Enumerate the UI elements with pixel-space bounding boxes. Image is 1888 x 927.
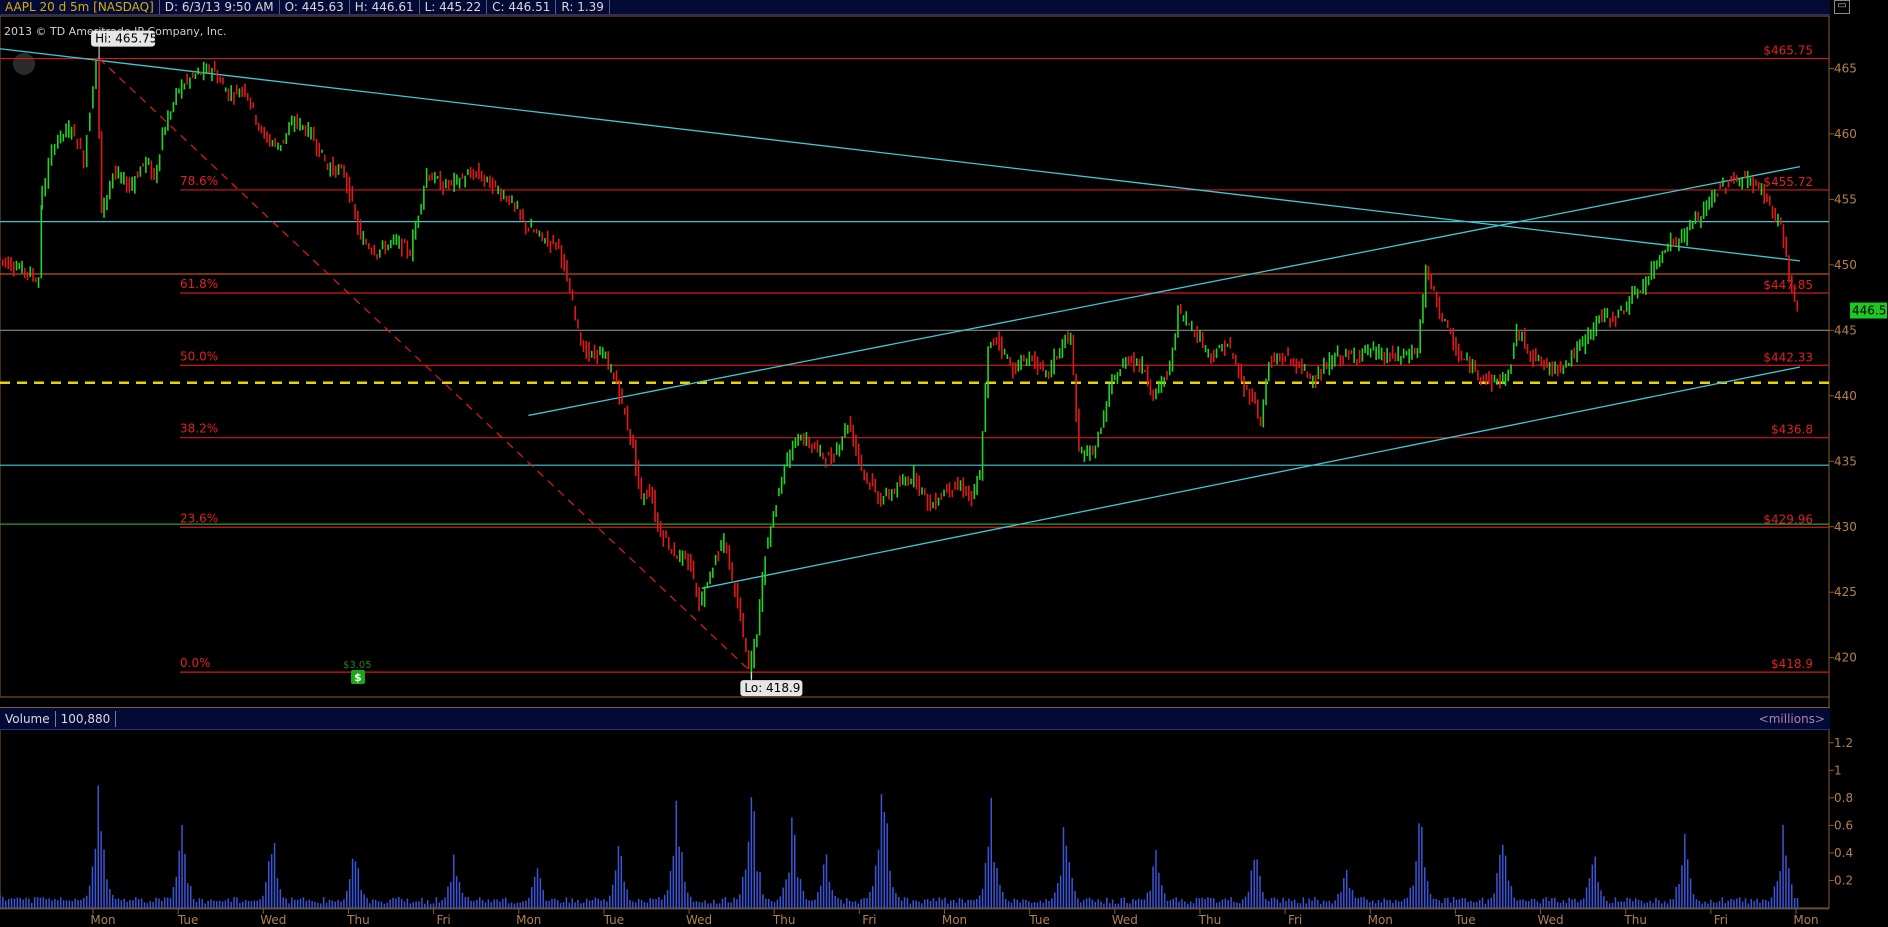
x-tick-label: Tue xyxy=(177,913,199,927)
trend-line xyxy=(0,48,1801,262)
x-tick-label: Thu xyxy=(1198,913,1222,927)
price-chart[interactable]: 2013 © TD Ameritrade IP Company, Inc.0.0… xyxy=(0,0,1888,927)
x-tick-label: Thu xyxy=(1623,913,1647,927)
x-tick-label: Wed xyxy=(1537,913,1563,927)
volume-y-tick-label: 1 xyxy=(1834,763,1842,777)
x-tick-label: Mon xyxy=(516,913,541,927)
fib-level-label: 50.0% xyxy=(180,349,218,363)
low-annotation: Lo: 418.9 xyxy=(744,681,800,695)
fib-price-label: $465.75 xyxy=(1763,44,1813,58)
fib-price-label: $436.8 xyxy=(1771,423,1813,437)
volume-units: <millions> xyxy=(1758,711,1825,726)
fib-price-label: $455.72 xyxy=(1763,175,1813,189)
fib-price-label: $429.96 xyxy=(1763,512,1813,526)
x-tick-label: Fri xyxy=(1714,913,1728,927)
x-tick-label: Tue xyxy=(1454,913,1476,927)
fib-level-label: 0.0% xyxy=(180,656,211,670)
apple-icon xyxy=(13,53,35,75)
fib-price-label: $442.33 xyxy=(1763,350,1813,364)
y-tick-label: 430 xyxy=(1834,520,1857,534)
volume-y-tick-label: 0.2 xyxy=(1834,873,1853,887)
fib-level-label: 38.2% xyxy=(180,422,218,436)
fib-price-label: $447.85 xyxy=(1763,278,1813,292)
x-tick-label: Tue xyxy=(1028,913,1050,927)
x-tick-label: Wed xyxy=(686,913,712,927)
price-frame xyxy=(0,15,1830,698)
volume-value: 100,880 xyxy=(56,710,117,727)
y-tick-label: 465 xyxy=(1834,61,1857,75)
x-tick-label: Fri xyxy=(1288,913,1302,927)
y-tick-label: 445 xyxy=(1834,323,1857,337)
y-tick-label: 450 xyxy=(1834,258,1857,272)
volume-header: Volume 100,880 <millions> xyxy=(0,707,1830,730)
y-tick-label: 435 xyxy=(1834,454,1857,468)
y-tick-label: 420 xyxy=(1834,651,1857,665)
volume-y-tick-label: 0.8 xyxy=(1834,791,1853,805)
y-tick-label: 425 xyxy=(1834,585,1857,599)
y-tick-label: 440 xyxy=(1834,389,1857,403)
x-tick-label: Mon xyxy=(1368,913,1393,927)
x-tick-label: Fri xyxy=(862,913,876,927)
volume-title: Volume xyxy=(0,710,56,727)
x-tick-label: Thu xyxy=(346,913,370,927)
x-tick-label: Mon xyxy=(942,913,967,927)
fib-price-label: $418.9 xyxy=(1771,657,1813,671)
volume-y-tick-label: 1.2 xyxy=(1834,736,1853,750)
high-annotation: Hi: 465.75 xyxy=(95,32,157,46)
fib-level-label: 61.8% xyxy=(180,277,218,291)
last-price-label: 446.51 xyxy=(1852,304,1888,318)
x-tick-label: Tue xyxy=(603,913,625,927)
volume-y-tick-label: 0.4 xyxy=(1834,846,1853,860)
volume-y-tick-label: 0.6 xyxy=(1834,818,1853,832)
x-tick-label: Fri xyxy=(436,913,450,927)
y-tick-label: 455 xyxy=(1834,192,1857,206)
dividend-label: $3.05 xyxy=(343,660,372,671)
y-tick-label: 460 xyxy=(1834,127,1857,141)
fib-level-label: 23.6% xyxy=(180,511,218,525)
fib-level-label: 78.6% xyxy=(180,174,218,188)
x-tick-label: Wed xyxy=(1112,913,1138,927)
x-tick-label: Mon xyxy=(1793,913,1818,927)
dividend-icon-glyph: $ xyxy=(354,671,362,684)
x-tick-label: Mon xyxy=(90,913,115,927)
x-tick-label: Thu xyxy=(772,913,796,927)
x-tick-label: Wed xyxy=(260,913,286,927)
